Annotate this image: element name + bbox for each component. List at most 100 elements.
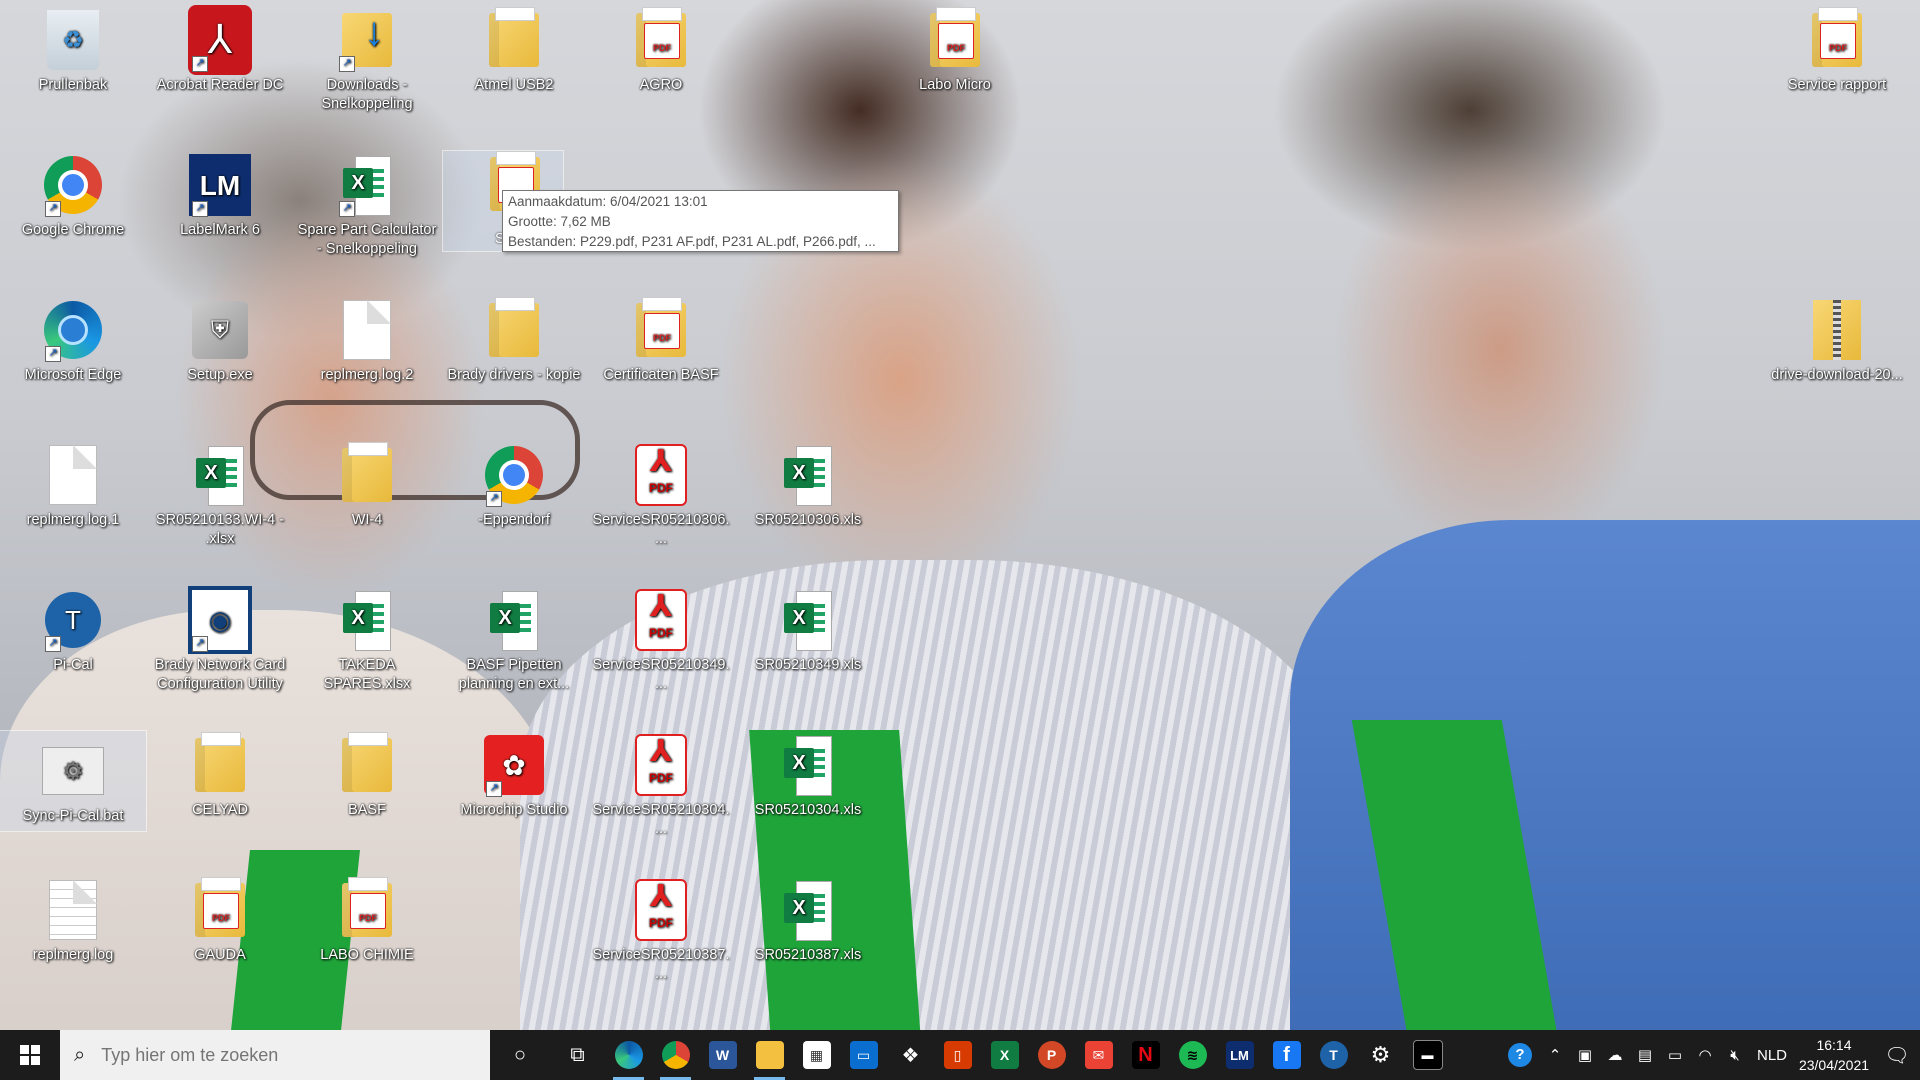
taskbar-app-powerpoint[interactable]: P [1028, 1030, 1075, 1080]
desktop-icon-takeda-spares[interactable]: X TAKEDA SPARES.xlsx [307, 580, 427, 698]
powerpoint-icon: P [1037, 1041, 1066, 1069]
language-indicator[interactable]: NLD [1750, 1047, 1794, 1064]
pdf-folder-icon [342, 877, 392, 937]
pdf-file-icon: ⅄ PDF [635, 734, 687, 796]
taskbar-app-spotify[interactable]: ≋ [1169, 1030, 1216, 1080]
desktop-icon-replmerg-log-2[interactable]: replmerg.log.2 [307, 290, 427, 408]
desktop-icon-brady-drivers-kopie[interactable]: Brady drivers - kopie [448, 290, 580, 408]
windows-logo-icon [20, 1045, 40, 1065]
desktop-icon-basf-pipetten[interactable]: X BASF Pipetten planning en ext... [454, 580, 574, 698]
show-hidden-icons-chevron-icon[interactable]: ⌃ [1540, 1046, 1570, 1064]
folder-icon [342, 442, 392, 502]
office-icon: ▯ [943, 1041, 972, 1069]
shortcut-arrow-icon: ↗ [192, 56, 208, 72]
task-view-button[interactable]: ⧉ [550, 1030, 605, 1080]
desktop-icon-sr05210133-xlsx[interactable]: X SR05210133.WI-4 - .xlsx [156, 435, 284, 553]
taskbar-app-dropbox[interactable]: ❖ [887, 1030, 934, 1080]
taskbar-app-chrome[interactable] [652, 1030, 699, 1080]
folder-icon [342, 732, 392, 792]
desktop-icon-labelmark-6[interactable]: LM ↗ LabelMark 6 [160, 145, 280, 263]
taskbar-app-store[interactable]: ▦ [793, 1030, 840, 1080]
desktop-icon-wi-4[interactable]: WI-4 [307, 435, 427, 553]
taskbar-app-labelmark[interactable]: LM [1216, 1030, 1263, 1080]
text-file-icon [49, 880, 97, 940]
taskbar-app-file-explorer[interactable] [746, 1030, 793, 1080]
desktop-icon-sync-pi-cal-bat[interactable]: ⚙ Sync-Pi-Cal.bat [0, 730, 147, 832]
desktop-icon-labo-micro[interactable]: Labo Micro [895, 0, 1015, 118]
desktop-icon-pi-cal[interactable]: T ↗ Pi-Cal [13, 580, 133, 698]
desktop-icon-google-chrome[interactable]: ↗ Google Chrome [13, 145, 133, 263]
camera-icon[interactable]: ▣ [1570, 1046, 1600, 1064]
folder-icon [489, 297, 539, 357]
pdf-folder-icon [930, 7, 980, 67]
recycle-bin-icon: ♻ [47, 10, 99, 70]
shortcut-arrow-icon: ↗ [45, 346, 61, 362]
desktop-icon-service-sr05210349-pdf[interactable]: ⅄ PDF ServiceSR05210349.... [592, 580, 730, 698]
clock[interactable]: 16:14 23/04/2021 [1794, 1035, 1874, 1075]
desktop-icon-eppendorf[interactable]: ↗ -Eppendorf [454, 435, 574, 553]
desktop-icon-basf[interactable]: BASF [307, 725, 427, 843]
desktop-icon-brady-network-card[interactable]: ◉ ↗ Brady Network Card Configuration Util… [155, 580, 285, 698]
taskbar-app-word[interactable]: W [699, 1030, 746, 1080]
desktop-icon-setup-exe[interactable]: ⛨ Setup.exe [160, 290, 280, 408]
labelmark-icon: LM [1225, 1041, 1254, 1069]
desktop-icon-spare-part-calculator[interactable]: X ↗ Spare Part Calculator - Snelkoppeling [298, 145, 436, 263]
desktop-icon-sr05210304-xls[interactable]: X SR05210304.xls [748, 725, 868, 843]
desktop-icon-recycle-bin[interactable]: ♻ Prullenbak [13, 0, 133, 118]
battery-icon[interactable]: ▭ [1660, 1046, 1690, 1064]
pdf-folder-icon [636, 297, 686, 357]
desktop-icon-replmerg-log-1[interactable]: replmerg.log.1 [13, 435, 133, 553]
taskbar-search-box[interactable]: ⌕ [60, 1030, 490, 1080]
desktop-icon-sr05210349-xls[interactable]: X SR05210349.xls [748, 580, 868, 698]
taskbar-app-settings[interactable]: ⚙ [1357, 1030, 1404, 1080]
start-button[interactable] [0, 1030, 60, 1080]
desktop-icon-acrobat-reader[interactable]: ⅄ ↗ Acrobat Reader DC [157, 0, 283, 118]
taskbar-app-excel[interactable]: X [981, 1030, 1028, 1080]
store-bag-icon: ▦ [802, 1041, 831, 1069]
desktop-icon-agro[interactable]: AGRO [601, 0, 721, 118]
taskbar-app-office[interactable]: ▯ [934, 1030, 981, 1080]
taskbar-app-window[interactable]: ▭ [840, 1030, 887, 1080]
shortcut-arrow-icon: ↗ [339, 201, 355, 217]
window-icon: ▭ [849, 1041, 878, 1069]
excel-icon: X [990, 1041, 1019, 1069]
excel-file-icon: X [784, 736, 832, 796]
display-icon[interactable]: ▤ [1630, 1046, 1660, 1064]
desktop-icon-service-sr05210387-pdf[interactable]: ⅄ PDF ServiceSR05210387.... [592, 870, 730, 988]
desktop-icon-service-rapport[interactable]: Service rapport [1777, 0, 1897, 118]
desktop-icon-labo-chimie[interactable]: LABO CHIMIE [307, 870, 427, 988]
chrome-icon [661, 1041, 690, 1069]
gmail-envelope-icon: ✉ [1084, 1041, 1113, 1069]
excel-file-icon: X [784, 881, 832, 941]
help-question-icon[interactable]: ? [1500, 1043, 1540, 1067]
taskbar-app-netflix[interactable]: N [1122, 1030, 1169, 1080]
desktop-icon-replmerg-log[interactable]: replmerg.log [13, 870, 133, 988]
shortcut-arrow-icon: ↗ [192, 636, 208, 652]
desktop-icon-sr05210306-xls[interactable]: X SR05210306.xls [748, 435, 868, 553]
search-input[interactable] [99, 1043, 464, 1067]
file-icon [343, 300, 391, 360]
taskbar-app-facebook[interactable]: f [1263, 1030, 1310, 1080]
desktop-icon-downloads-shortcut[interactable]: ↗ Downloads - Snelkoppeling [307, 0, 427, 118]
desktop-icon-sr05210387-xls[interactable]: X SR05210387.xls [748, 870, 868, 988]
desktop-icon-gauda[interactable]: GAUDA [160, 870, 280, 988]
cortana-button[interactable]: ○ [490, 1030, 550, 1080]
taskbar-app-gmail[interactable]: ✉ [1075, 1030, 1122, 1080]
excel-file-icon: X [490, 591, 538, 651]
desktop-icon-drive-download-zip[interactable]: drive-download-20... [1771, 290, 1903, 408]
desktop-icon-microchip-studio[interactable]: ✿ ↗ Microchip Studio [454, 725, 574, 843]
desktop-icon-certificaten-basf[interactable]: Certificaten BASF [601, 290, 721, 408]
volume-muted-icon[interactable]: 🔇︎ [1720, 1047, 1750, 1064]
desktop-icon-celyad[interactable]: CELYAD [160, 725, 280, 843]
desktop-icon-microsoft-edge[interactable]: ↗ Microsoft Edge [13, 290, 133, 408]
taskbar-app-pi-cal[interactable]: T [1310, 1030, 1357, 1080]
desktop-icon-service-sr05210304-pdf[interactable]: ⅄ PDF ServiceSR05210304.... [592, 725, 730, 843]
taskbar-app-edge[interactable] [605, 1030, 652, 1080]
notification-center-icon[interactable]: 🗨︎ [1874, 1043, 1920, 1068]
taskbar-app-terminal[interactable]: ▬ [1404, 1030, 1451, 1080]
shortcut-arrow-icon: ↗ [192, 201, 208, 217]
desktop-icon-atmel-usb2[interactable]: Atmel USB2 [454, 0, 574, 118]
desktop-icon-service-sr05210306-pdf[interactable]: ⅄ PDF ServiceSR05210306.... [592, 435, 730, 553]
onedrive-cloud-icon[interactable]: ☁ [1600, 1046, 1630, 1064]
wifi-icon[interactable]: ◠ [1690, 1046, 1720, 1064]
